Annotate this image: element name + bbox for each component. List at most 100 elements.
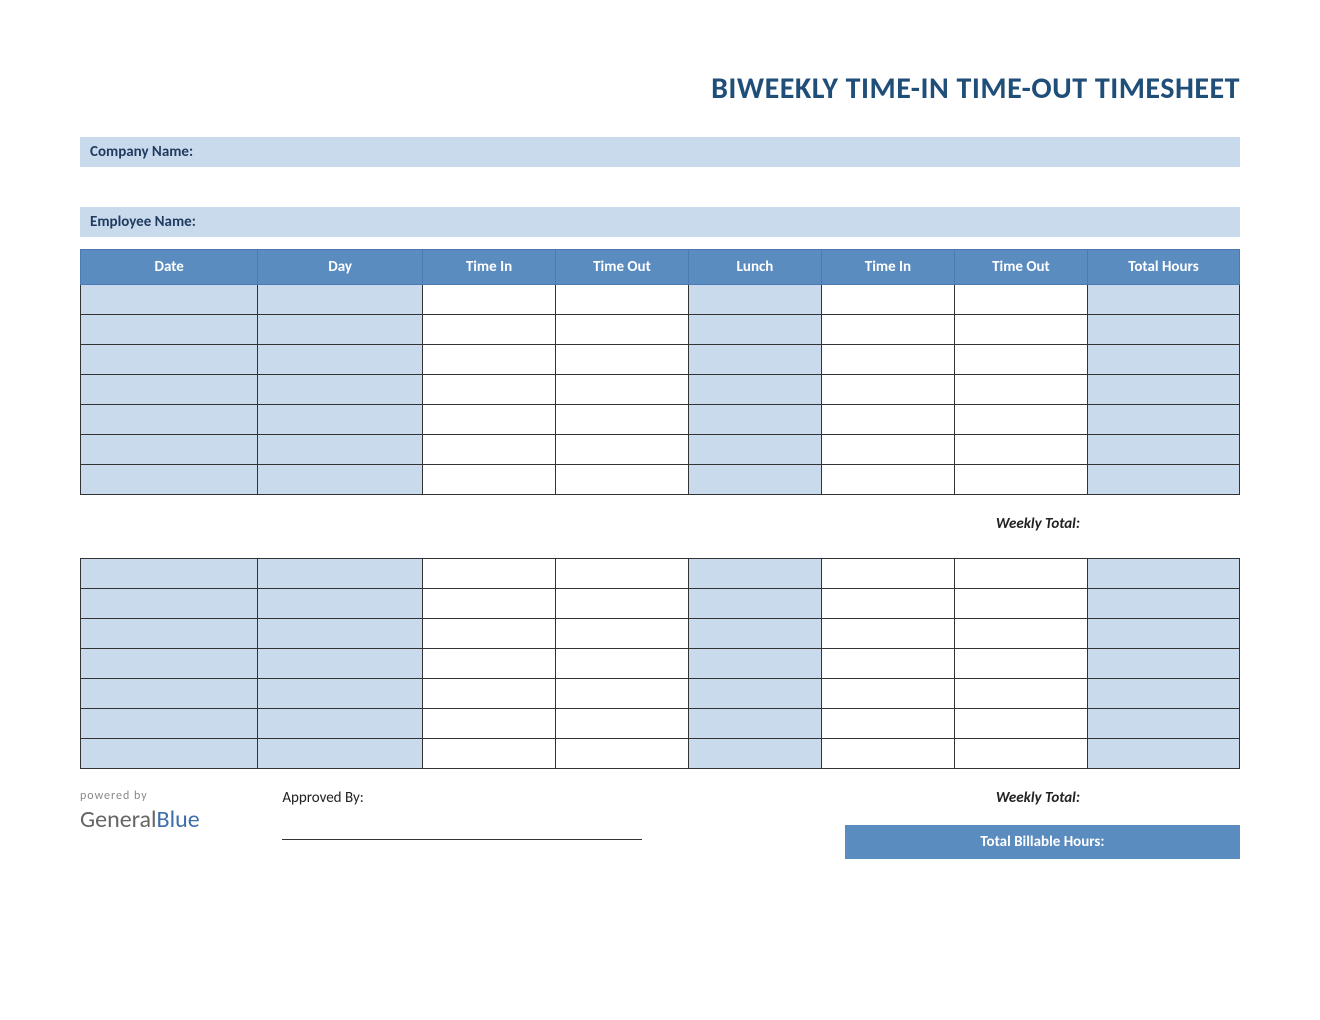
table-cell[interactable] [81,589,258,619]
table-cell[interactable] [688,315,821,345]
table-cell[interactable] [81,435,258,465]
table-cell[interactable] [555,405,688,435]
table-cell[interactable] [1087,315,1239,345]
table-cell[interactable] [1087,649,1239,679]
table-cell[interactable] [81,649,258,679]
table-cell[interactable] [258,649,423,679]
table-cell[interactable] [422,559,555,589]
table-cell[interactable] [954,679,1087,709]
table-cell[interactable] [555,435,688,465]
table-cell[interactable] [688,435,821,465]
table-cell[interactable] [954,559,1087,589]
table-cell[interactable] [258,679,423,709]
table-cell[interactable] [422,679,555,709]
table-cell[interactable] [422,405,555,435]
table-cell[interactable] [555,465,688,495]
table-cell[interactable] [1087,559,1239,589]
table-cell[interactable] [555,739,688,769]
table-cell[interactable] [1087,435,1239,465]
table-cell[interactable] [688,709,821,739]
table-cell[interactable] [258,345,423,375]
table-cell[interactable] [954,709,1087,739]
table-cell[interactable] [688,619,821,649]
table-cell[interactable] [555,315,688,345]
table-cell[interactable] [821,405,954,435]
table-cell[interactable] [688,649,821,679]
table-cell[interactable] [954,315,1087,345]
table-cell[interactable] [258,405,423,435]
table-cell[interactable] [688,589,821,619]
table-cell[interactable] [821,679,954,709]
table-cell[interactable] [81,405,258,435]
table-cell[interactable] [954,589,1087,619]
table-cell[interactable] [422,345,555,375]
table-cell[interactable] [688,739,821,769]
table-cell[interactable] [1087,619,1239,649]
table-cell[interactable] [81,465,258,495]
table-cell[interactable] [258,619,423,649]
table-cell[interactable] [821,649,954,679]
table-cell[interactable] [81,709,258,739]
table-cell[interactable] [821,619,954,649]
table-cell[interactable] [688,559,821,589]
table-cell[interactable] [81,345,258,375]
table-cell[interactable] [258,559,423,589]
company-name-bar[interactable]: Company Name: [80,137,1240,167]
signature-line[interactable] [282,839,642,840]
table-cell[interactable] [81,315,258,345]
table-cell[interactable] [821,345,954,375]
table-cell[interactable] [688,405,821,435]
table-cell[interactable] [1087,739,1239,769]
table-cell[interactable] [258,285,423,315]
table-cell[interactable] [258,739,423,769]
table-cell[interactable] [555,589,688,619]
table-cell[interactable] [1087,285,1239,315]
table-cell[interactable] [555,649,688,679]
employee-name-bar[interactable]: Employee Name: [80,207,1240,237]
table-cell[interactable] [422,709,555,739]
table-cell[interactable] [821,589,954,619]
table-cell[interactable] [81,619,258,649]
table-cell[interactable] [422,285,555,315]
table-cell[interactable] [258,375,423,405]
table-cell[interactable] [422,465,555,495]
table-cell[interactable] [555,679,688,709]
table-cell[interactable] [555,709,688,739]
table-cell[interactable] [555,559,688,589]
table-cell[interactable] [954,649,1087,679]
table-cell[interactable] [1087,345,1239,375]
table-cell[interactable] [258,465,423,495]
table-cell[interactable] [821,709,954,739]
table-cell[interactable] [821,465,954,495]
table-cell[interactable] [1087,589,1239,619]
table-cell[interactable] [821,739,954,769]
table-cell[interactable] [422,435,555,465]
table-cell[interactable] [954,465,1087,495]
table-cell[interactable] [954,435,1087,465]
table-cell[interactable] [422,589,555,619]
table-cell[interactable] [81,285,258,315]
table-cell[interactable] [422,739,555,769]
table-cell[interactable] [954,375,1087,405]
table-cell[interactable] [81,739,258,769]
table-cell[interactable] [821,315,954,345]
table-cell[interactable] [821,375,954,405]
table-cell[interactable] [81,679,258,709]
table-cell[interactable] [688,375,821,405]
table-cell[interactable] [258,709,423,739]
table-cell[interactable] [555,619,688,649]
table-cell[interactable] [258,315,423,345]
table-cell[interactable] [81,375,258,405]
table-cell[interactable] [688,345,821,375]
table-cell[interactable] [422,315,555,345]
table-cell[interactable] [422,649,555,679]
table-cell[interactable] [954,285,1087,315]
table-cell[interactable] [821,285,954,315]
table-cell[interactable] [954,345,1087,375]
table-cell[interactable] [258,435,423,465]
table-cell[interactable] [1087,465,1239,495]
table-cell[interactable] [555,375,688,405]
table-cell[interactable] [688,285,821,315]
table-cell[interactable] [1087,679,1239,709]
table-cell[interactable] [688,679,821,709]
